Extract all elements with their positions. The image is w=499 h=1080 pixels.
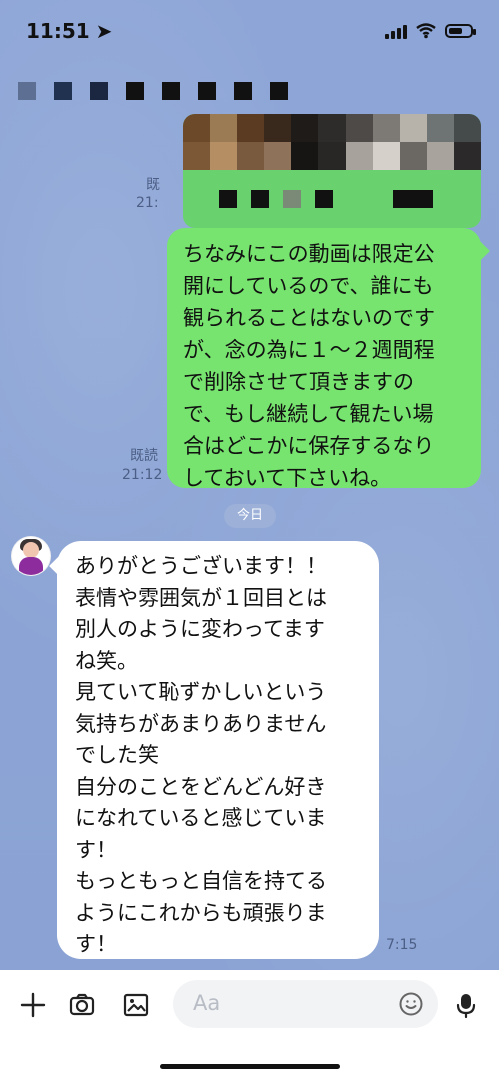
home-indicator — [160, 1064, 340, 1069]
message-time: 21:12 — [122, 467, 163, 483]
partial-read-status: 既 — [146, 177, 160, 193]
incoming-message-text: ありがとうございます！！ 表情や雰囲気が１回目とは 別人のように変わってます ね… — [75, 554, 327, 956]
outgoing-message-text: ちなみにこの動画は限定公 開にしているので、誰にも 観られることはないのです が… — [183, 242, 435, 490]
status-bar: 11:51 ➤ — [0, 0, 499, 62]
cellular-signal-icon — [385, 23, 407, 39]
add-icon[interactable] — [18, 990, 48, 1020]
pixelated-header-blur — [18, 82, 288, 100]
incoming-message-bubble[interactable]: ありがとうございます！！ 表情や雰囲気が１回目とは 別人のように変わってます ね… — [57, 541, 379, 959]
status-time: 11:51 ➤ — [26, 19, 113, 43]
pixelated-caption — [183, 170, 481, 228]
emoji-icon[interactable] — [398, 991, 424, 1017]
pixelated-image-strip — [183, 114, 481, 170]
battery-icon — [445, 24, 476, 38]
read-status: 既読 — [130, 448, 158, 464]
status-icons — [385, 23, 476, 39]
outgoing-message-bubble[interactable]: ちなみにこの動画は限定公 開にしているので、誰にも 観られることはないのです が… — [167, 228, 481, 490]
incoming-message-time: 7:15 — [386, 937, 418, 953]
pixelated-media-preview[interactable] — [183, 114, 481, 228]
message-input-placeholder: Aa — [193, 991, 221, 1015]
image-icon[interactable] — [121, 990, 151, 1020]
wifi-icon — [416, 23, 436, 39]
message-input[interactable]: Aa — [173, 980, 438, 1028]
avatar[interactable] — [11, 536, 51, 576]
microphone-icon[interactable] — [451, 990, 481, 1020]
date-divider: 今日 — [224, 504, 276, 528]
location-icon: ➤ — [95, 19, 113, 43]
partial-message-time: 21: — [136, 195, 159, 211]
camera-icon[interactable] — [67, 990, 97, 1020]
